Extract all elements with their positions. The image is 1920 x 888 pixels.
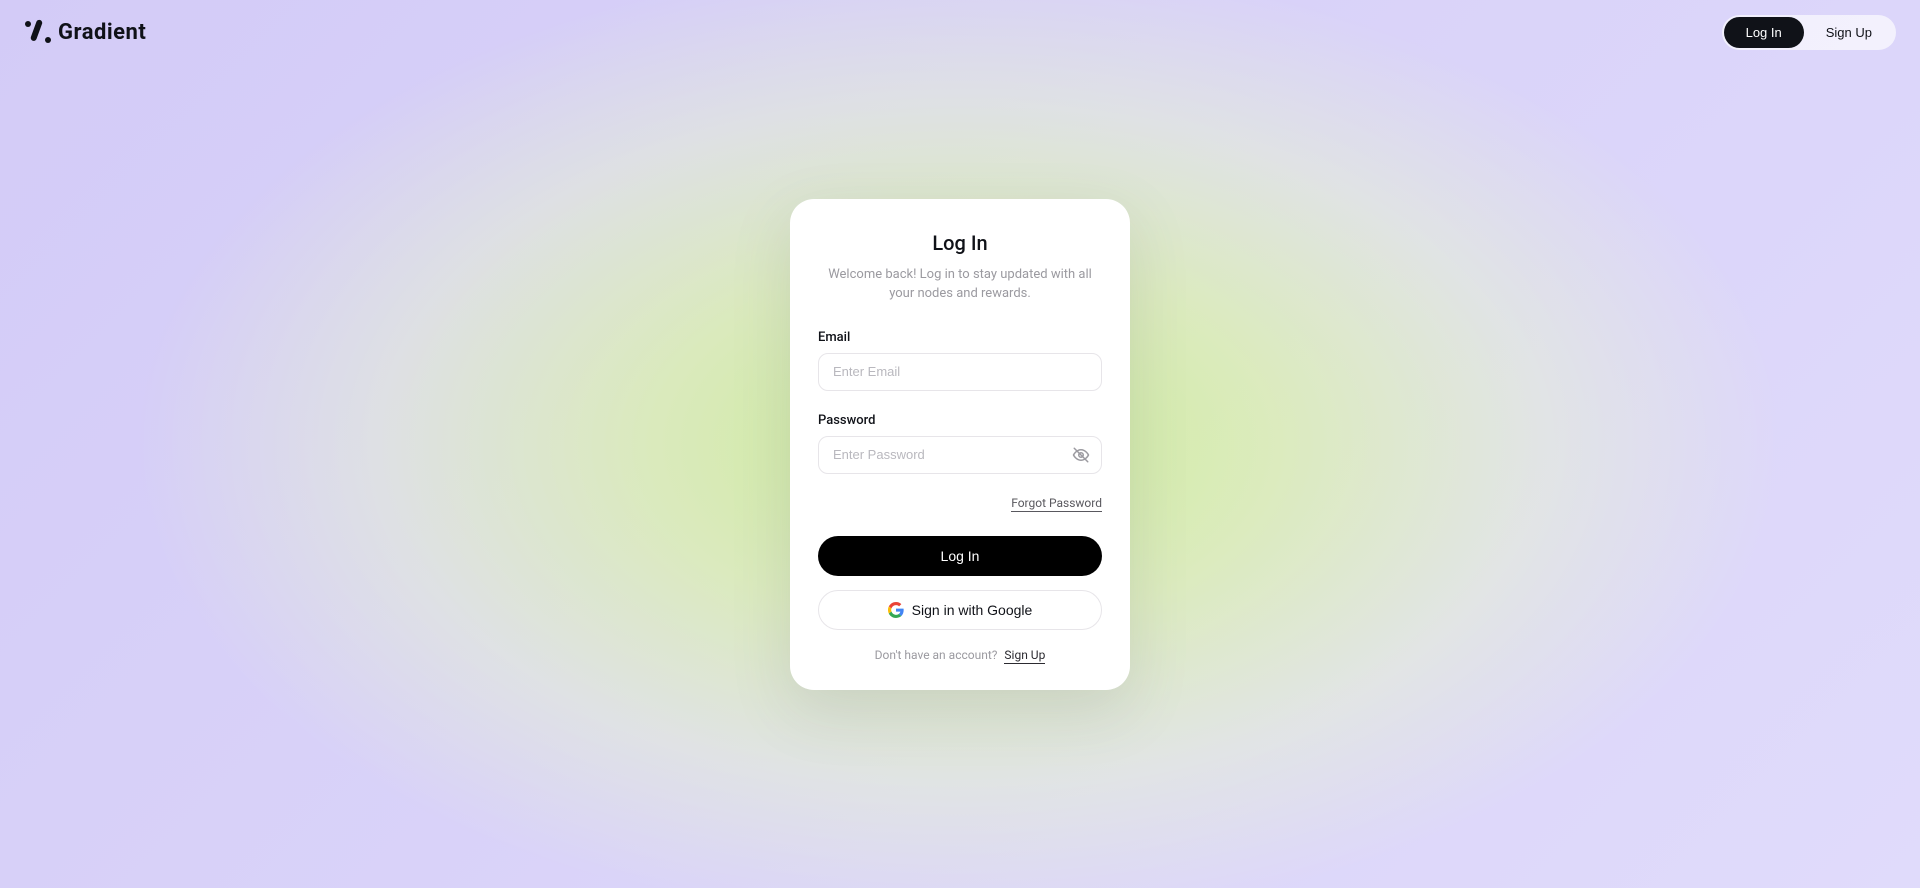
- signup-link[interactable]: Sign Up: [1004, 648, 1045, 664]
- forgot-password-row: Forgot Password: [818, 496, 1102, 512]
- email-label: Email: [818, 330, 1102, 345]
- login-submit-button[interactable]: Log In: [818, 536, 1102, 576]
- google-signin-label: Sign in with Google: [912, 602, 1033, 618]
- card-wrapper: Log In Welcome back! Log in to stay upda…: [0, 0, 1920, 888]
- email-field-group: Email: [818, 330, 1102, 391]
- toggle-password-visibility-icon[interactable]: [1072, 446, 1090, 464]
- google-signin-button[interactable]: Sign in with Google: [818, 590, 1102, 630]
- header: Gradient Log In Sign Up: [0, 0, 1920, 64]
- forgot-password-link[interactable]: Forgot Password: [1011, 496, 1102, 512]
- signup-row: Don't have an account? Sign Up: [818, 648, 1102, 662]
- google-icon: [888, 602, 904, 618]
- password-field-group: Password: [818, 413, 1102, 474]
- email-input[interactable]: [818, 353, 1102, 391]
- login-card: Log In Welcome back! Log in to stay upda…: [790, 199, 1130, 690]
- card-subtitle: Welcome back! Log in to stay updated wit…: [818, 265, 1102, 304]
- auth-toggle-pill: Log In Sign Up: [1722, 15, 1896, 50]
- brand-name: Gradient: [58, 20, 146, 45]
- header-login-button[interactable]: Log In: [1724, 17, 1804, 48]
- no-account-text: Don't have an account?: [875, 648, 998, 662]
- password-label: Password: [818, 413, 1102, 428]
- brand-logo[interactable]: Gradient: [24, 18, 146, 46]
- brand-mark-icon: [24, 18, 52, 46]
- card-title: Log In: [818, 231, 1102, 255]
- password-input[interactable]: [818, 436, 1102, 474]
- header-signup-button[interactable]: Sign Up: [1804, 17, 1894, 48]
